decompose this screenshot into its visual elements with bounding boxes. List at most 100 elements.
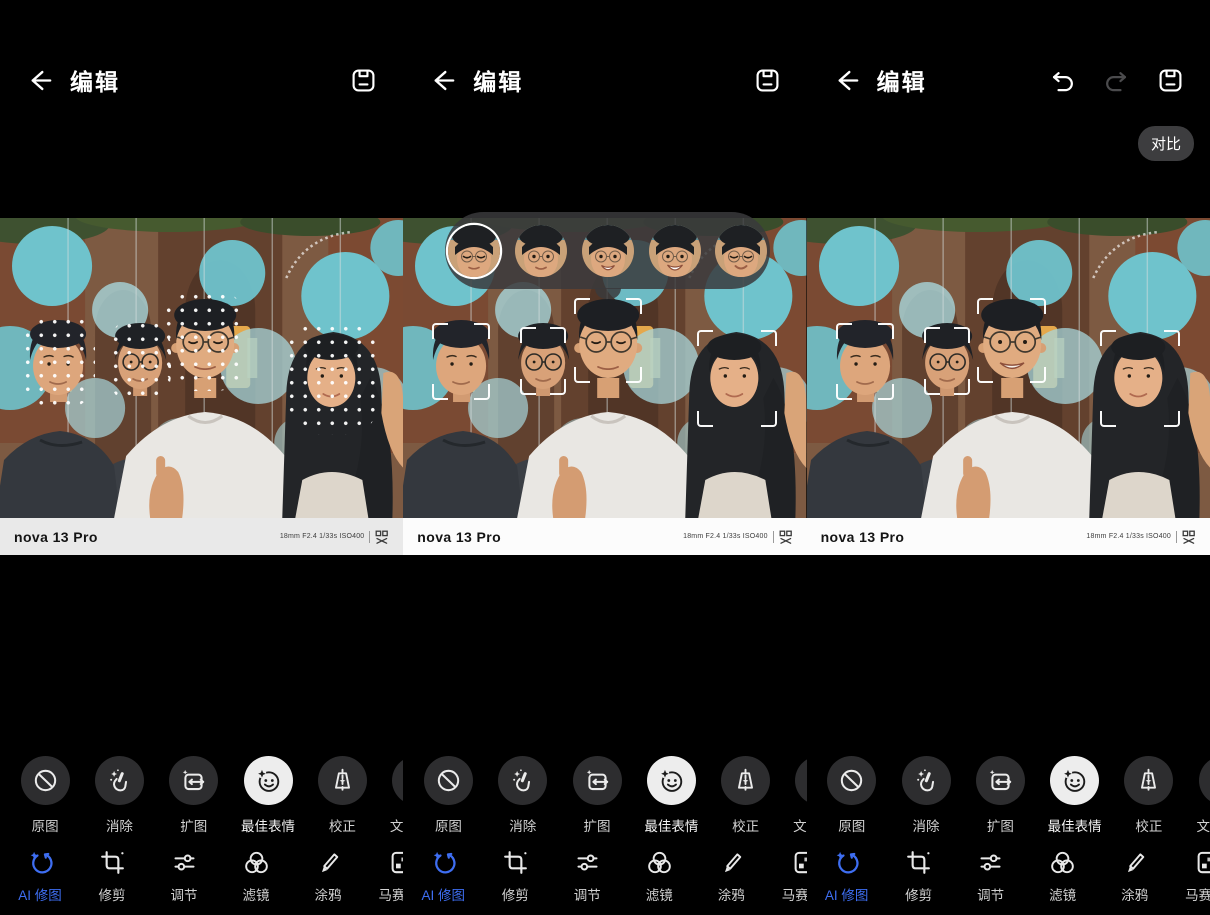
mosaic-icon: [1193, 849, 1210, 876]
xmage-logo-icon: [375, 530, 389, 544]
ai-expand-icon: [180, 767, 207, 794]
save-button[interactable]: [350, 67, 377, 94]
photo-canvas[interactable]: [807, 218, 1210, 518]
crop-icon: [905, 849, 932, 876]
tab-ai-retouch[interactable]: AI 修图: [4, 849, 76, 904]
function-original[interactable]: 原图: [8, 756, 82, 835]
save-button[interactable]: [1157, 67, 1184, 94]
page-title: 编辑: [876, 69, 927, 95]
screenshot-panel-face-select: 编辑 nova 13 Pro 18mm F2.4 1/33s ISO400 原图…: [403, 0, 807, 915]
camera-info-text: 18mm F2.4 1/33s ISO400: [1086, 533, 1171, 540]
tab-adjust[interactable]: 调节: [551, 849, 623, 904]
filter-icon: [646, 849, 673, 876]
expression-thumb-3[interactable]: [582, 225, 634, 277]
function-correct[interactable]: 校正: [708, 756, 782, 835]
center-face-expression: [578, 330, 638, 370]
doodle-icon: [315, 849, 342, 876]
expression-thumb-2[interactable]: [515, 225, 567, 277]
doodle-icon: [1121, 849, 1148, 876]
function-correct[interactable]: 校正: [1112, 756, 1186, 835]
tab-doodle[interactable]: 涂鸦: [292, 849, 364, 904]
original-photo-icon: [435, 767, 462, 794]
tab-doodle[interactable]: 涂鸦: [695, 849, 767, 904]
camera-info-text: 18mm F2.4 1/33s ISO400: [683, 533, 768, 540]
face-frame[interactable]: [432, 323, 491, 401]
ai-erase-icon: [509, 767, 536, 794]
camera-exif: 18mm F2.4 1/33s ISO400: [280, 530, 390, 544]
camera-exif: 18mm F2.4 1/33s ISO400: [1086, 530, 1196, 544]
ai-erase-icon: [106, 767, 133, 794]
device-brand-text: nova 13 Pro: [820, 528, 905, 545]
function-text[interactable]: 文: [1186, 756, 1210, 835]
tab-mosaic[interactable]: 马赛: [767, 849, 807, 904]
face-frame[interactable]: [835, 323, 894, 401]
face-frame[interactable]: [1099, 329, 1181, 427]
undo-button[interactable]: [1049, 67, 1076, 94]
function-text[interactable]: 文: [379, 756, 404, 835]
tab-mosaic[interactable]: 马赛: [1171, 849, 1210, 904]
photo-canvas[interactable]: [0, 218, 403, 518]
camera-info-text: 18mm F2.4 1/33s ISO400: [279, 533, 365, 540]
header: 编辑: [0, 57, 403, 103]
tab-filter[interactable]: 滤镜: [623, 849, 695, 904]
page-title: 编辑: [70, 69, 120, 95]
back-button[interactable]: [26, 67, 53, 94]
function-correct[interactable]: 校正: [305, 756, 379, 835]
header: 编辑: [403, 57, 806, 103]
face-frame[interactable]: [923, 326, 970, 395]
expression-thumb-1[interactable]: [448, 225, 500, 277]
page-title: 编辑: [473, 69, 524, 95]
tab-filter[interactable]: 滤镜: [220, 849, 292, 904]
function-expand[interactable]: 扩图: [157, 756, 231, 835]
tab-adjust[interactable]: 调节: [148, 849, 220, 904]
best-expression-icon: [1061, 767, 1088, 794]
function-best-expression[interactable]: 最佳表情: [1037, 756, 1111, 835]
tab-doodle[interactable]: 涂鸦: [1099, 849, 1171, 904]
face-scan-dots: [285, 322, 382, 436]
function-text[interactable]: 文: [783, 756, 807, 835]
tab-crop[interactable]: 修剪: [883, 849, 955, 904]
function-expand[interactable]: 扩图: [560, 756, 634, 835]
divider: [1175, 530, 1177, 543]
tab-crop[interactable]: 修剪: [76, 849, 148, 904]
filter-icon: [1049, 849, 1076, 876]
function-erase[interactable]: 消除: [486, 756, 560, 835]
function-erase[interactable]: 消除: [889, 756, 963, 835]
xmage-logo-icon: [1182, 530, 1196, 544]
compare-button[interactable]: 对比: [1137, 126, 1194, 161]
tab-adjust[interactable]: 调节: [955, 849, 1027, 904]
tab-crop[interactable]: 修剪: [479, 849, 551, 904]
tab-row: AI 修图 修剪 调节 滤镜 涂鸦 马赛: [0, 849, 404, 904]
redo-button[interactable]: [1103, 67, 1130, 94]
perspective-correct-icon: [732, 767, 759, 794]
tab-mosaic[interactable]: 马赛: [364, 849, 404, 904]
mosaic-icon: [790, 849, 807, 876]
back-button[interactable]: [833, 67, 860, 94]
device-brand-text: nova 13 Pro: [14, 528, 98, 545]
function-original[interactable]: 原图: [815, 756, 889, 835]
back-button[interactable]: [429, 67, 456, 94]
function-erase[interactable]: 消除: [82, 756, 156, 835]
watermark-bar: nova 13 Pro 18mm F2.4 1/33s ISO400: [0, 518, 404, 555]
tab-row: AI 修图 修剪 调节 滤镜 涂鸦 马赛: [403, 849, 807, 904]
screenshot-panel-result: 编辑 对比 nova 13 Pro 18mm F2.4 1/33s ISO400…: [806, 0, 1210, 915]
function-best-expression[interactable]: 最佳表情: [634, 756, 708, 835]
face-frame[interactable]: [520, 326, 567, 395]
function-original[interactable]: 原图: [411, 756, 485, 835]
face-frame[interactable]: [696, 329, 777, 427]
ai-retouch-icon: [27, 849, 54, 876]
tab-row: AI 修图 修剪 调节 滤镜 涂鸦 马赛: [807, 849, 1210, 904]
tab-ai-retouch[interactable]: AI 修图: [811, 849, 883, 904]
expression-thumb-5[interactable]: [715, 225, 767, 277]
center-face-expression: [175, 330, 235, 370]
crop-icon: [502, 849, 529, 876]
function-best-expression[interactable]: 最佳表情: [231, 756, 305, 835]
expression-thumb-4[interactable]: [649, 225, 701, 277]
function-expand[interactable]: 扩图: [963, 756, 1037, 835]
save-button[interactable]: [754, 67, 781, 94]
best-expression-icon: [255, 767, 282, 794]
xmage-logo-icon: [779, 530, 793, 544]
center-face-expression: [982, 330, 1042, 370]
tab-filter[interactable]: 滤镜: [1027, 849, 1099, 904]
tab-ai-retouch[interactable]: AI 修图: [407, 849, 479, 904]
